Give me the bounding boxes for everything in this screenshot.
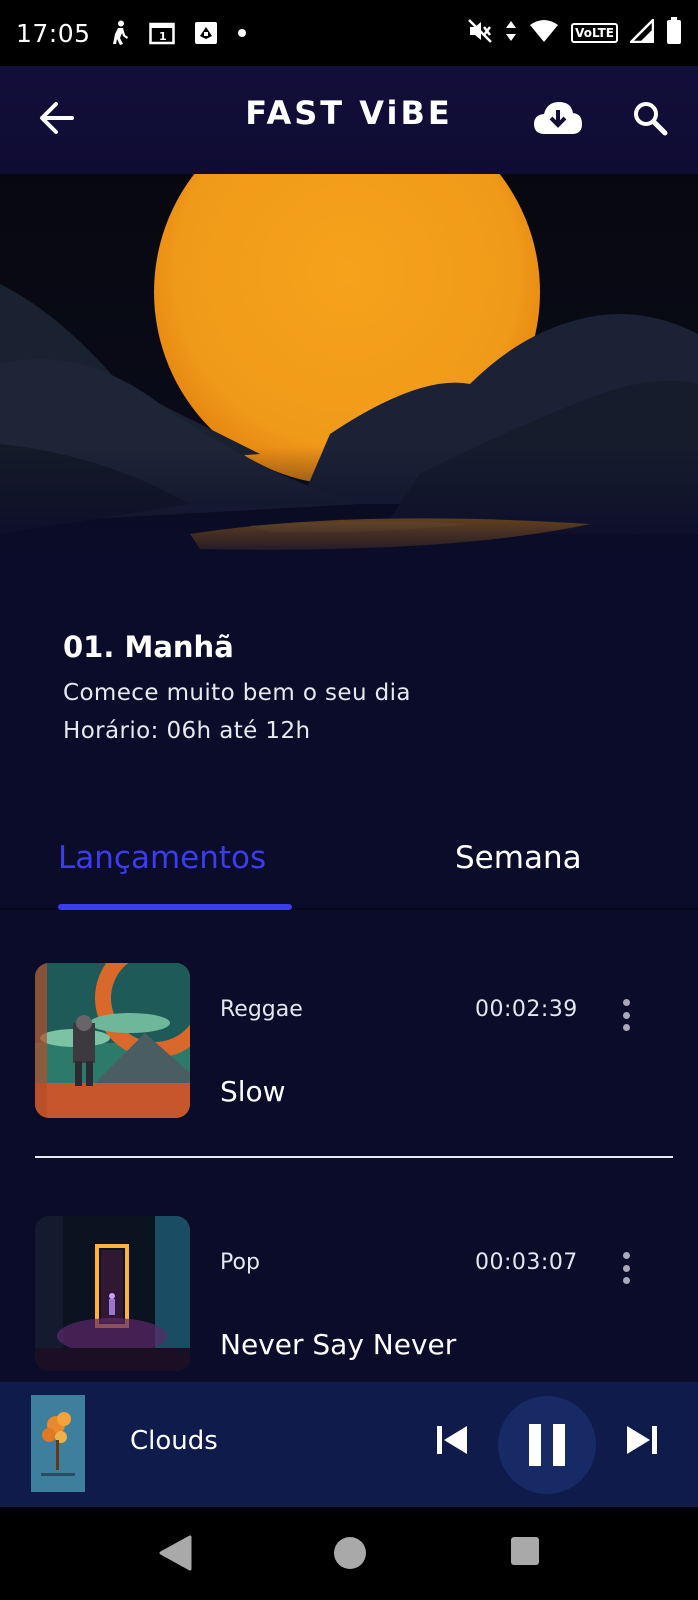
status-right: VoLTE xyxy=(467,0,682,66)
search-button[interactable] xyxy=(628,96,672,140)
mute-icon xyxy=(467,18,493,48)
now-playing-title: Clouds xyxy=(130,1426,218,1456)
more-vert-icon xyxy=(622,1252,630,1259)
cloud-download-icon xyxy=(534,102,582,134)
track-row[interactable]: Reggae 00:02:39 Slow xyxy=(0,955,698,1155)
tab-lancamentos[interactable]: Lançamentos xyxy=(58,840,266,876)
playlist-subtitle: Comece muito bem o seu dia xyxy=(63,680,411,706)
dot-icon xyxy=(237,28,247,38)
more-vert-icon-dot xyxy=(622,1264,630,1272)
svg-text:1: 1 xyxy=(159,30,167,43)
status-bar: 17:05 1 VoLTE xyxy=(0,0,698,66)
tab-semana[interactable]: Semana xyxy=(455,840,582,876)
data-arrows-icon xyxy=(505,19,517,47)
download-button[interactable] xyxy=(530,96,586,140)
volte-icon: VoLTE xyxy=(571,23,618,43)
mini-player[interactable]: Clouds xyxy=(0,1382,698,1507)
track-title: Slow xyxy=(220,1075,286,1108)
more-options-button[interactable] xyxy=(614,995,638,1035)
divider xyxy=(35,1156,673,1158)
app-logo: FAST ViBE xyxy=(245,94,453,132)
track-art xyxy=(35,1216,190,1371)
nav-home-icon[interactable] xyxy=(332,1535,368,1571)
skip-next-icon xyxy=(627,1426,657,1454)
more-vert-icon-dot xyxy=(622,1024,630,1031)
next-button[interactable] xyxy=(620,1418,664,1462)
signal-icon xyxy=(627,16,655,47)
hero-image xyxy=(0,174,698,564)
more-vert-icon-dot xyxy=(622,1011,630,1019)
nfc-icon xyxy=(193,20,219,46)
track-title: Never Say Never xyxy=(220,1328,457,1361)
playlist-title: 01. Manhã xyxy=(63,630,234,664)
calendar-icon: 1 xyxy=(148,21,175,45)
playlist-info: 01. Manhã Comece muito bem o seu dia Hor… xyxy=(63,630,663,756)
nav-recents-icon[interactable] xyxy=(509,1535,541,1567)
battery-icon xyxy=(666,17,682,49)
track-genre: Pop xyxy=(220,1250,260,1275)
track-art xyxy=(35,963,190,1118)
track-duration: 00:03:07 xyxy=(475,1250,578,1275)
nav-back-icon[interactable] xyxy=(158,1535,192,1571)
track-duration: 00:02:39 xyxy=(475,997,578,1022)
track-row[interactable]: Pop 00:03:07 Never Say Never xyxy=(0,1208,698,1408)
system-nav-bar xyxy=(0,1507,698,1600)
pause-icon xyxy=(529,1424,565,1466)
track-genre: Reggae xyxy=(220,997,303,1022)
tab-indicator xyxy=(58,904,292,910)
walk-icon xyxy=(109,20,131,46)
wifi-icon xyxy=(529,19,559,47)
status-time: 17:05 xyxy=(16,18,91,48)
search-icon xyxy=(634,102,668,136)
tab-bar: Lançamentos Semana xyxy=(0,830,698,910)
now-playing-art xyxy=(31,1395,85,1492)
pause-button[interactable] xyxy=(498,1396,596,1494)
app-bar: FAST ViBE xyxy=(0,66,698,174)
playlist-schedule: Horário: 06h até 12h xyxy=(63,718,311,744)
skip-previous-icon xyxy=(437,1426,467,1454)
previous-button[interactable] xyxy=(430,1418,474,1462)
more-options-button[interactable] xyxy=(614,1248,638,1288)
more-vert-icon-dot xyxy=(622,1277,630,1284)
more-vert-icon xyxy=(622,999,630,1006)
